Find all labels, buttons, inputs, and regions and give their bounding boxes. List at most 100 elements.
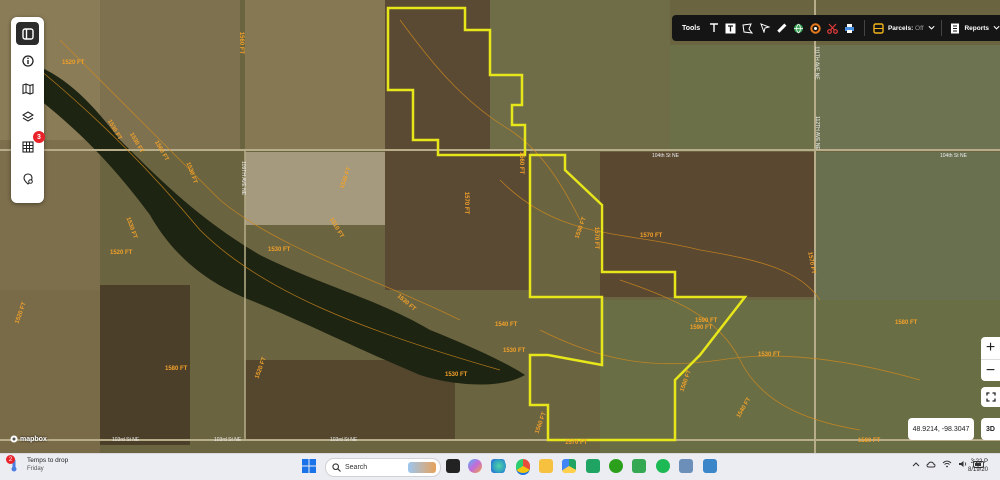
scissors-icon xyxy=(826,23,838,34)
clock-time: 3:22 P xyxy=(970,459,989,465)
toolbar-divider xyxy=(864,20,866,36)
chevron-down-icon xyxy=(993,25,1000,30)
weather-subtitle: Friday xyxy=(27,466,44,472)
fullscreen-icon xyxy=(985,392,996,402)
wifi-icon[interactable] xyxy=(942,460,952,468)
contour-label: 1540 FT xyxy=(495,322,518,328)
road-label-112th-ave: 112TH AVE NE xyxy=(813,116,820,150)
contour-label: 1580 FT xyxy=(895,320,918,326)
mapbox-logo-icon xyxy=(10,435,18,443)
maps-app-icon[interactable] xyxy=(632,459,646,473)
parcels-state: Off xyxy=(915,24,924,32)
grid-icon xyxy=(21,140,34,153)
printer-icon xyxy=(844,23,854,33)
3d-toggle-button[interactable]: 3D xyxy=(981,418,1000,440)
map-app-icon[interactable] xyxy=(703,459,717,473)
fullscreen-button[interactable] xyxy=(981,387,1000,407)
copilot-app-icon[interactable] xyxy=(468,459,482,473)
panel-toggle-button[interactable] xyxy=(16,22,39,45)
zoom-out-button[interactable]: − xyxy=(981,359,1000,382)
system-clock[interactable]: 3:22 P 8/19/20 xyxy=(968,458,988,474)
contour-label: 1590 FT xyxy=(690,325,713,331)
layers-count-badge: 3 xyxy=(33,131,45,143)
zoom-in-button[interactable]: + xyxy=(981,337,1000,359)
contour-label: 1580 FT xyxy=(165,366,188,372)
toolbar-divider xyxy=(940,20,942,36)
contour-label: 1520 FT xyxy=(110,250,133,256)
text-box-tool-button[interactable] xyxy=(723,19,739,37)
road-label-103rd-a: 103rd St NE xyxy=(112,437,140,443)
reports-button[interactable]: Reports xyxy=(964,25,989,32)
contour-label: 1560 FT xyxy=(238,31,245,55)
contour-label: 1590 FT xyxy=(695,318,718,324)
polygon-tool-button[interactable] xyxy=(740,19,756,37)
location-search-button[interactable] xyxy=(16,167,39,190)
weather-icon-wrap: 2 xyxy=(6,455,22,472)
chevron-up-icon[interactable] xyxy=(912,461,920,467)
globe-icon xyxy=(794,23,804,34)
road-label-109th-ave: 109TH AVE NE xyxy=(240,160,247,196)
location-search-icon xyxy=(22,172,33,185)
map-sidebar: 3 xyxy=(11,17,45,203)
polygon-icon xyxy=(742,22,754,34)
road-label-103rd-b: 103rd St NE xyxy=(214,437,242,443)
contour-label: 1530 FT xyxy=(268,247,291,253)
globe-tool-button[interactable] xyxy=(791,19,807,37)
map-icon xyxy=(21,82,34,95)
parcels-toggle[interactable]: Parcels: Off xyxy=(888,25,924,32)
mapbox-attribution[interactable]: mapbox xyxy=(10,435,47,443)
panel-icon xyxy=(21,27,34,40)
cut-tool-button[interactable] xyxy=(824,19,840,37)
map-canvas[interactable]: 104th St NE 104th St NE 103rd St NE 103r… xyxy=(0,0,1000,453)
minus-icon: − xyxy=(985,362,996,379)
reports-icon xyxy=(951,23,960,33)
mapbox-label: mapbox xyxy=(20,435,47,443)
parcels-icon-box[interactable] xyxy=(871,19,887,37)
search-placeholder: Search xyxy=(345,464,368,471)
calculator-app-icon[interactable] xyxy=(679,459,693,473)
info-icon xyxy=(21,54,34,67)
start-button[interactable] xyxy=(302,459,316,478)
measure-tool-button[interactable] xyxy=(774,19,790,37)
parcels-label: Parcels: xyxy=(887,24,914,32)
chrome-app-icon[interactable] xyxy=(516,459,530,475)
coordinates-readout: 48.9214, -98.3047 xyxy=(908,418,974,440)
weather-widget[interactable]: 2 Temps to drop Friday xyxy=(6,455,68,473)
chevron-down-icon xyxy=(928,25,935,30)
contour-label: 1570 FT xyxy=(565,440,588,446)
circle-icon xyxy=(810,22,821,34)
layers-button[interactable] xyxy=(16,105,39,128)
contour-label: 1560 FT xyxy=(518,151,525,175)
layers-icon xyxy=(21,110,34,122)
sheets-app-icon[interactable] xyxy=(586,459,600,473)
map-toolbar: Tools Parcels: Off Reports xyxy=(672,15,1000,41)
drive-app-icon[interactable] xyxy=(562,459,576,473)
info-button[interactable] xyxy=(16,49,39,72)
contour-label: 1530 FT xyxy=(445,372,468,378)
ruler-icon xyxy=(777,23,787,33)
road-label-104th-left: 104th St NE xyxy=(652,153,679,159)
speaker-icon[interactable] xyxy=(958,460,967,468)
tools-label: Tools xyxy=(682,24,701,32)
print-button[interactable] xyxy=(841,19,857,37)
contour-label: 1570 FT xyxy=(640,233,663,239)
search-highlight-image xyxy=(408,462,436,473)
circle-tool-button[interactable] xyxy=(808,19,824,37)
text-icon xyxy=(710,23,719,32)
spotify-app-icon[interactable] xyxy=(656,459,670,473)
taskview-app-icon[interactable] xyxy=(446,459,460,473)
grid-layers-button[interactable]: 3 xyxy=(16,131,45,158)
cloud-icon[interactable] xyxy=(926,460,936,468)
edge-app-icon[interactable] xyxy=(492,459,506,473)
quickbooks-app-icon[interactable] xyxy=(609,459,623,473)
plus-icon: + xyxy=(985,339,996,356)
contour-label: 1570 FT xyxy=(593,226,600,250)
select-tool-button[interactable] xyxy=(757,19,773,37)
text-tool-button[interactable] xyxy=(706,19,722,37)
reports-icon-box[interactable] xyxy=(948,19,964,37)
taskbar: 2 Temps to drop Friday Search 3:22 P 8/1… xyxy=(0,453,1000,480)
taskbar-search[interactable]: Search xyxy=(325,458,441,477)
file-explorer-app-icon[interactable] xyxy=(539,459,553,473)
clock-date: 8/19/20 xyxy=(968,467,989,473)
map-button[interactable] xyxy=(16,77,39,100)
